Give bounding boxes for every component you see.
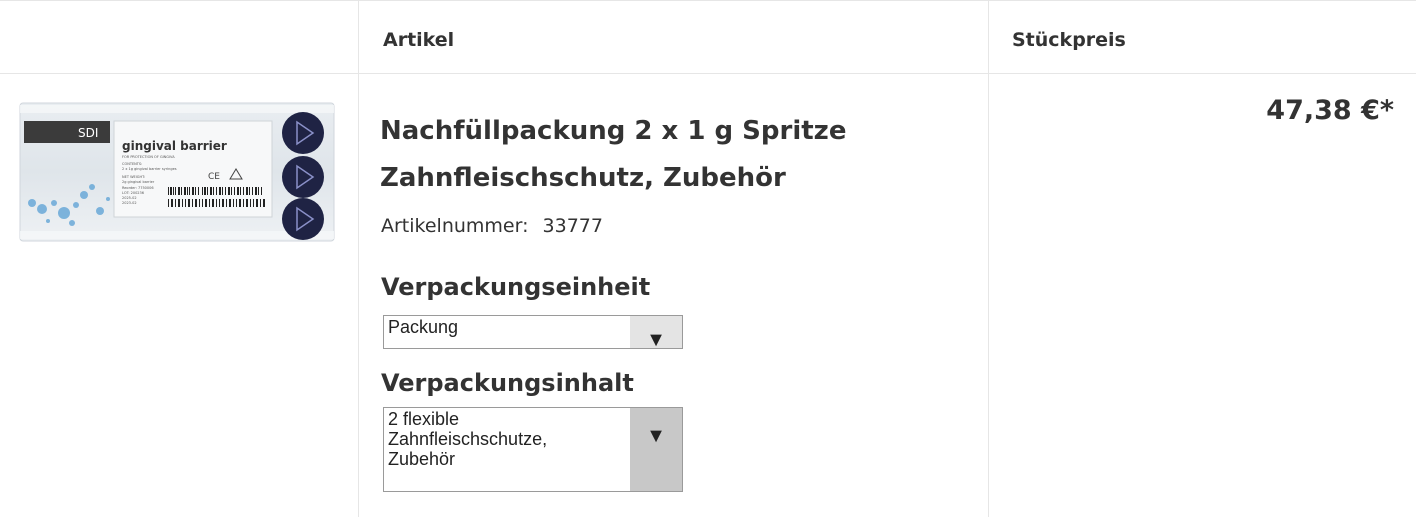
svg-text:CONTENTS:: CONTENTS: — [122, 162, 142, 166]
packaging-content-select[interactable]: 2 flexible Zahnfleischschutze, Zubehör ▼ — [383, 407, 683, 492]
svg-text:CE: CE — [208, 172, 220, 182]
svg-text:2025-02: 2025-02 — [122, 196, 137, 200]
brand-logo: SDI — [78, 126, 98, 140]
packaging-unit-heading: Verpackungseinheit — [381, 273, 651, 301]
article-number: Artikelnummer: 33777 — [381, 215, 603, 237]
packaging-content-value: 2 flexible Zahnfleischschutze, Zubehör — [388, 409, 548, 469]
unit-price: 47,38 €* — [1266, 95, 1394, 126]
svg-text:LOT: 200236: LOT: 200236 — [122, 191, 144, 195]
article-number-value: 33777 — [542, 215, 603, 237]
chevron-down-icon: ▼ — [646, 425, 666, 447]
cart-table: Artikel Stückpreis SDI gingival barrier … — [0, 0, 1416, 517]
packaging-unit-value: Packung — [388, 317, 459, 337]
svg-text:FOR PROTECTION OF GINGIVA: FOR PROTECTION OF GINGIVA — [122, 155, 175, 159]
svg-text:2g gingival barrier: 2g gingival barrier — [122, 180, 155, 184]
svg-text:2023-02: 2023-02 — [122, 201, 137, 205]
svg-text:2 x 1g gingival barrier syring: 2 x 1g gingival barrier syringes — [122, 167, 177, 171]
product-image[interactable]: SDI gingival barrier FOR PROTECTION OF G… — [18, 95, 336, 247]
table-top-border — [0, 0, 1416, 1]
play-circle-icon — [282, 112, 324, 240]
header-article: Artikel — [383, 29, 455, 51]
header-divider — [0, 73, 1416, 74]
image-product-name: gingival barrier — [122, 139, 227, 153]
packaging-unit-select[interactable]: Packung ▼ — [383, 315, 683, 351]
column-divider-2 — [988, 0, 989, 517]
article-number-label: Artikelnummer: — [381, 215, 529, 237]
svg-text:NET WEIGHT:: NET WEIGHT: — [122, 175, 145, 179]
packaging-content-heading: Verpackungsinhalt — [381, 369, 634, 397]
column-divider-1 — [358, 0, 359, 517]
chevron-down-icon: ▼ — [646, 329, 666, 351]
product-title[interactable]: Nachfüllpackung 2 x 1 g Spritze Zahnflei… — [380, 108, 940, 202]
header-unit-price: Stückpreis — [1012, 29, 1126, 51]
svg-text:Reorder: 7750006: Reorder: 7750006 — [122, 186, 154, 190]
